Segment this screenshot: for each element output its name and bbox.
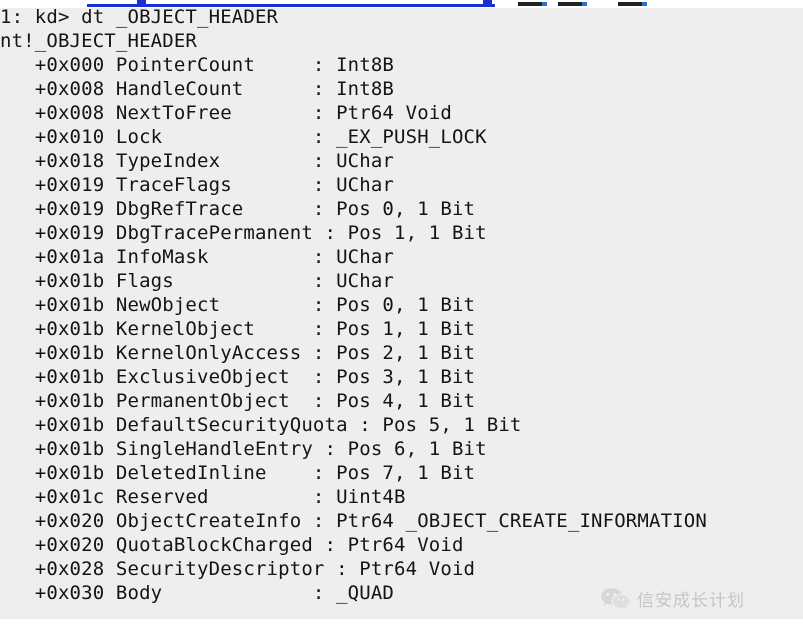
console-line-field-Body: +0x030 Body : _QUAD bbox=[0, 581, 394, 605]
console-line-prompt: 1: kd> dt _OBJECT_HEADER bbox=[0, 8, 278, 29]
console-line-field-PermanentObject: +0x01b PermanentObject : Pos 4, 1 Bit bbox=[0, 389, 475, 413]
console-line-field-Lock: +0x010 Lock : _EX_PUSH_LOCK bbox=[0, 125, 487, 149]
console-line-field-NextToFree: +0x008 NextToFree : Ptr64 Void bbox=[0, 101, 452, 125]
debugger-console-output[interactable]: 1: kd> dt _OBJECT_HEADER nt!_OBJECT_HEAD… bbox=[0, 8, 803, 619]
minimize-icon-accent bbox=[542, 2, 547, 6]
console-line-field-NewObject: +0x01b NewObject : Pos 0, 1 Bit bbox=[0, 293, 475, 317]
console-line-symbol: nt!_OBJECT_HEADER bbox=[0, 29, 197, 53]
console-line-field-InfoMask: +0x01a InfoMask : UChar bbox=[0, 245, 394, 269]
console-line-field-Reserved: +0x01c Reserved : Uint4B bbox=[0, 485, 406, 509]
console-line-field-QuotaBlockCharged: +0x020 QuotaBlockCharged : Ptr64 Void bbox=[0, 533, 464, 557]
console-line-field-KernelOnlyAccess: +0x01b KernelOnlyAccess : Pos 2, 1 Bit bbox=[0, 341, 475, 365]
watermark: 信安成长计划 bbox=[600, 586, 745, 611]
console-line-field-ExclusiveObject: +0x01b ExclusiveObject : Pos 3, 1 Bit bbox=[0, 365, 475, 389]
console-line-field-SecurityDescriptor: +0x028 SecurityDescriptor : Ptr64 Void bbox=[0, 557, 475, 581]
close-icon-accent bbox=[642, 2, 647, 6]
minimize-icon[interactable] bbox=[518, 2, 542, 6]
console-line-field-TraceFlags: +0x019 TraceFlags : UChar bbox=[0, 173, 394, 197]
window-chrome-strip bbox=[0, 0, 803, 8]
console-line-field-TypeIndex: +0x018 TypeIndex : UChar bbox=[0, 149, 394, 173]
console-line-field-KernelObject: +0x01b KernelObject : Pos 1, 1 Bit bbox=[0, 317, 475, 341]
console-line-field-DbgRefTrace: +0x019 DbgRefTrace : Pos 0, 1 Bit bbox=[0, 197, 475, 221]
maximize-icon[interactable] bbox=[558, 2, 582, 6]
console-line-field-SingleHandleEntry: +0x01b SingleHandleEntry : Pos 6, 1 Bit bbox=[0, 437, 487, 461]
active-tab-underline bbox=[87, 4, 495, 7]
console-line-field-HandleCount: +0x008 HandleCount : Int8B bbox=[0, 77, 394, 101]
console-line-field-Flags: +0x01b Flags : UChar bbox=[0, 269, 394, 293]
console-line-field-ObjectCreateInfo: +0x020 ObjectCreateInfo : Ptr64 _OBJECT_… bbox=[0, 509, 707, 533]
watermark-label: 信安成长计划 bbox=[637, 586, 745, 611]
wechat-icon bbox=[600, 587, 630, 611]
tab-indicator-right bbox=[483, 0, 492, 5]
close-icon[interactable] bbox=[618, 2, 642, 6]
console-line-field-PointerCount: +0x000 PointerCount : Int8B bbox=[0, 53, 394, 77]
page-bottom-margin bbox=[0, 619, 803, 633]
maximize-icon-accent bbox=[582, 2, 587, 6]
console-line-field-DbgTracePermanent: +0x019 DbgTracePermanent : Pos 1, 1 Bit bbox=[0, 221, 487, 245]
screenshot-root: 1: kd> dt _OBJECT_HEADER nt!_OBJECT_HEAD… bbox=[0, 0, 803, 633]
console-line-field-DefaultSecurityQuota: +0x01b DefaultSecurityQuota : Pos 5, 1 B… bbox=[0, 413, 522, 437]
console-line-field-DeletedInline: +0x01b DeletedInline : Pos 7, 1 Bit bbox=[0, 461, 475, 485]
